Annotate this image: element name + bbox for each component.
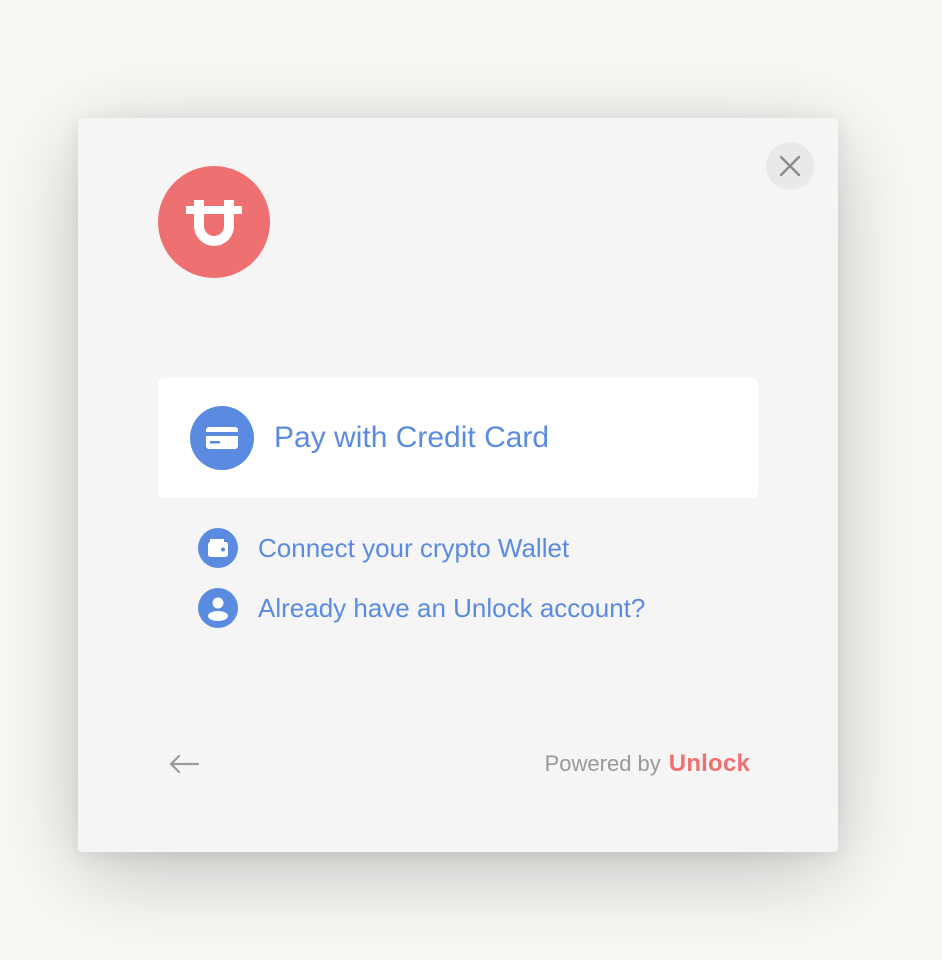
pay-credit-card-button[interactable]: Pay with Credit Card	[158, 378, 758, 498]
user-icon-badge	[198, 588, 238, 628]
user-icon	[208, 597, 228, 621]
close-icon	[779, 155, 801, 177]
powered-by: Powered by Unlock	[545, 750, 750, 778]
credit-card-icon	[206, 427, 238, 449]
unlock-account-label: Already have an Unlock account?	[258, 592, 646, 623]
unlock-logo	[158, 166, 270, 278]
checkout-modal: Pay with Credit Card Connect your crypto…	[78, 118, 838, 852]
connect-wallet-option[interactable]: Connect your crypto Wallet	[198, 528, 569, 568]
connect-wallet-label: Connect your crypto Wallet	[258, 532, 570, 563]
unlock-account-option[interactable]: Already have an Unlock account?	[198, 588, 645, 628]
unlock-brand-link[interactable]: Unlock	[669, 750, 750, 778]
powered-by-text: Powered by	[544, 751, 661, 776]
pay-credit-card-label: Pay with Credit Card	[274, 421, 550, 454]
close-button[interactable]	[766, 142, 814, 190]
credit-card-icon-badge	[190, 406, 254, 470]
arrow-left-icon	[169, 754, 200, 774]
wallet-icon	[208, 539, 228, 557]
back-button[interactable]	[168, 748, 208, 780]
wallet-icon-badge	[198, 528, 238, 568]
unlock-logo-icon	[186, 200, 242, 246]
